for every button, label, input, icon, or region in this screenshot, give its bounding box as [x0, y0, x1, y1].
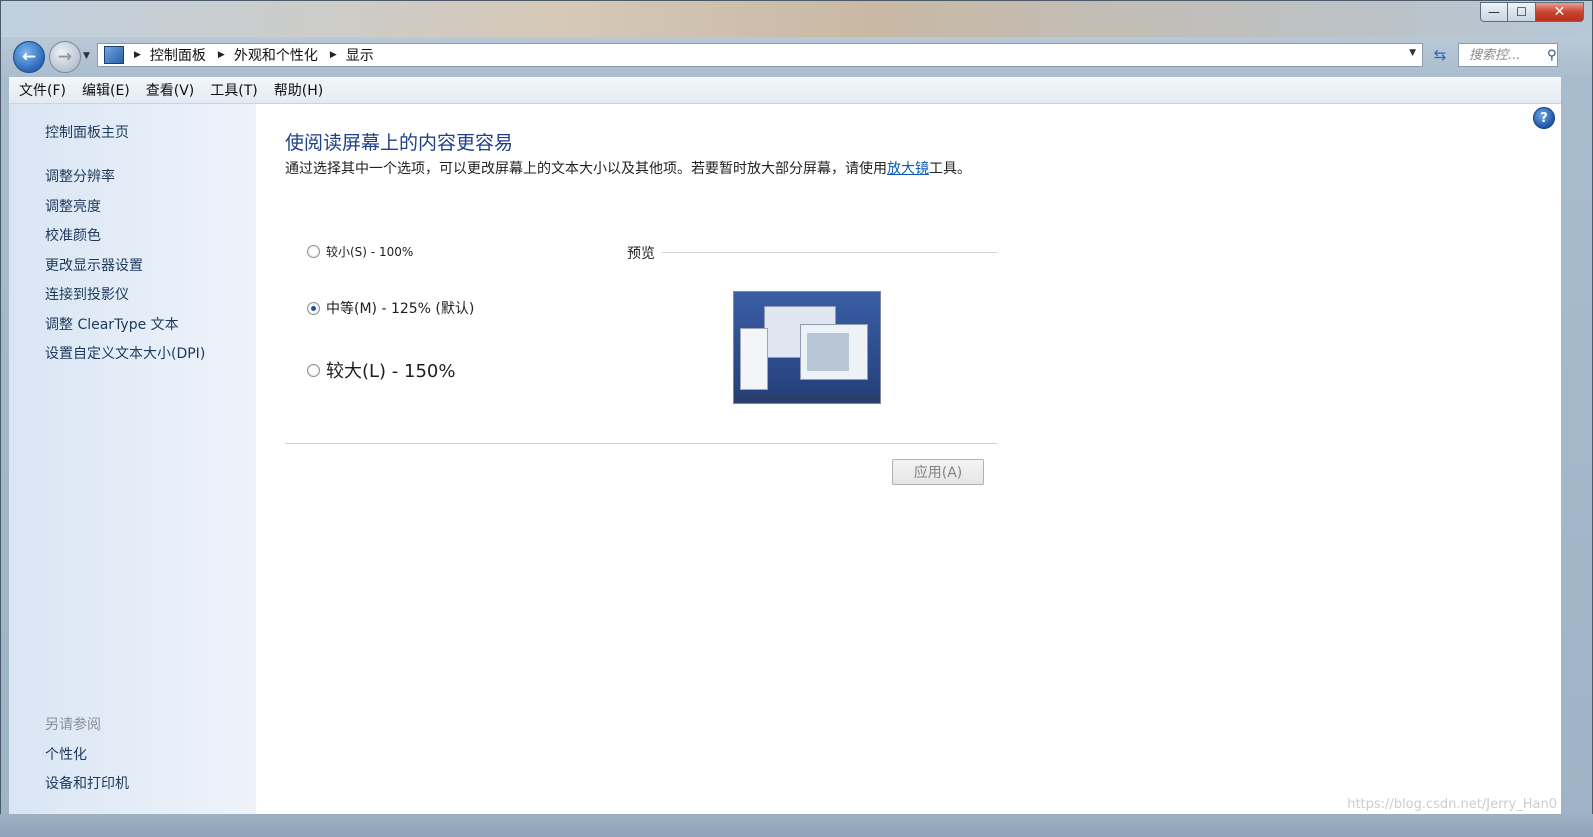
option-label: 较小(S) - 100%: [326, 245, 414, 259]
preview-window-left: [740, 328, 768, 390]
title-bar[interactable]: — ☐ ✕: [1, 1, 1592, 37]
refresh-button[interactable]: ⇆: [1427, 43, 1453, 67]
see-also-heading: 另请参阅: [45, 717, 101, 733]
search-input[interactable]: [1467, 46, 1545, 64]
preview-image: [733, 291, 881, 404]
control-panel-icon: [104, 46, 124, 64]
forward-button[interactable]: →: [49, 41, 81, 73]
option-smaller[interactable]: 较小(S) - 100%: [307, 243, 413, 260]
sidebar-link-cleartype[interactable]: 调整 ClearType 文本: [45, 314, 179, 334]
description-text: 通过选择其中一个选项，可以更改屏幕上的文本大小以及其他项。若要暂时放大部分屏幕，…: [285, 161, 887, 177]
option-medium[interactable]: 中等(M) - 125% (默认): [307, 298, 474, 318]
sidebar-link-adjust-brightness[interactable]: 调整亮度: [45, 196, 101, 216]
radio-button[interactable]: [307, 245, 320, 258]
content-area: 控制面板主页 调整分辨率 调整亮度 校准颜色 更改显示器设置 连接到投影仪 调整…: [9, 104, 1561, 815]
back-button[interactable]: ←: [13, 41, 45, 73]
close-button[interactable]: ✕: [1536, 2, 1584, 22]
menu-file[interactable]: 文件(F): [19, 80, 66, 100]
chevron-right-icon[interactable]: ▶: [330, 50, 337, 60]
recent-pages-dropdown-icon[interactable]: ▼: [83, 51, 90, 61]
menu-tools[interactable]: 工具(T): [210, 80, 257, 100]
watermark: https://blog.csdn.net/Jerry_Han0: [1347, 797, 1557, 812]
breadcrumb-display[interactable]: 显示: [346, 45, 374, 65]
preview-taskbar: [734, 394, 880, 403]
maximize-button[interactable]: ☐: [1508, 2, 1536, 22]
window-bottom-border: [0, 814, 1593, 837]
sidebar-link-calibrate-color[interactable]: 校准颜色: [45, 225, 101, 245]
address-bar[interactable]: ▶ 控制面板 ▶ 外观和个性化 ▶ 显示 ▼: [97, 43, 1423, 67]
page-description: 通过选择其中一个选项，可以更改屏幕上的文本大小以及其他项。若要暂时放大部分屏幕，…: [285, 160, 985, 179]
search-box[interactable]: ⚲: [1458, 43, 1558, 67]
preview-label: 预览: [627, 246, 655, 262]
navigation-bar: ← → ▼ ▶ 控制面板 ▶ 外观和个性化 ▶ 显示 ▼ ⇆ ⚲: [1, 37, 1592, 75]
back-arrow-icon: ←: [21, 47, 37, 67]
sidebar-link-adjust-resolution[interactable]: 调整分辨率: [45, 166, 115, 186]
sidebar-link-custom-dpi[interactable]: 设置自定义文本大小(DPI): [45, 343, 205, 363]
sidebar-link-personalization[interactable]: 个性化: [45, 744, 87, 764]
window-frame: — ☐ ✕ ← → ▼ ▶ 控制面板 ▶ 外观和个性化 ▶ 显示 ▼ ⇆ ⚲ 文…: [0, 0, 1593, 837]
section-divider: [285, 443, 997, 444]
radio-button[interactable]: [307, 363, 320, 377]
preview-window-front: [800, 324, 868, 380]
option-label: 中等(M) - 125% (默认): [326, 301, 475, 317]
breadcrumb-appearance[interactable]: 外观和个性化: [234, 45, 318, 65]
menu-bar: 文件(F) 编辑(E) 查看(V) 工具(T) 帮助(H): [9, 77, 1561, 104]
search-icon[interactable]: ⚲: [1547, 48, 1557, 63]
option-larger[interactable]: 较大(L) - 150%: [307, 357, 455, 383]
page-title: 使阅读屏幕上的内容更容易: [285, 132, 514, 154]
breadcrumb-control-panel[interactable]: 控制面板: [150, 45, 206, 65]
chevron-right-icon[interactable]: ▶: [218, 50, 225, 60]
description-text-end: 工具。: [929, 161, 971, 177]
sidebar-link-devices-printers[interactable]: 设备和打印机: [45, 773, 129, 793]
help-icon[interactable]: ?: [1533, 107, 1555, 129]
sidebar-link-change-display-settings[interactable]: 更改显示器设置: [45, 255, 143, 275]
refresh-icon: ⇆: [1433, 46, 1447, 64]
sidebar-link-control-panel-home[interactable]: 控制面板主页: [45, 122, 129, 142]
preview-divider: [662, 252, 997, 253]
minimize-button[interactable]: —: [1480, 2, 1508, 22]
magnifier-link[interactable]: 放大镜: [887, 161, 929, 177]
sidebar: 控制面板主页 调整分辨率 调整亮度 校准颜色 更改显示器设置 连接到投影仪 调整…: [9, 104, 256, 815]
menu-view[interactable]: 查看(V): [146, 80, 195, 100]
forward-arrow-icon: →: [57, 47, 73, 67]
radio-button-selected[interactable]: [307, 301, 320, 315]
apply-button[interactable]: 应用(A): [892, 459, 984, 485]
chevron-right-icon[interactable]: ▶: [134, 50, 141, 60]
address-dropdown-icon[interactable]: ▼: [1409, 48, 1416, 58]
menu-help[interactable]: 帮助(H): [274, 80, 323, 100]
menu-edit[interactable]: 编辑(E): [82, 80, 130, 100]
option-label: 较大(L) - 150%: [326, 361, 456, 382]
caption-buttons: — ☐ ✕: [1480, 2, 1584, 22]
sidebar-link-connect-projector[interactable]: 连接到投影仪: [45, 284, 129, 304]
